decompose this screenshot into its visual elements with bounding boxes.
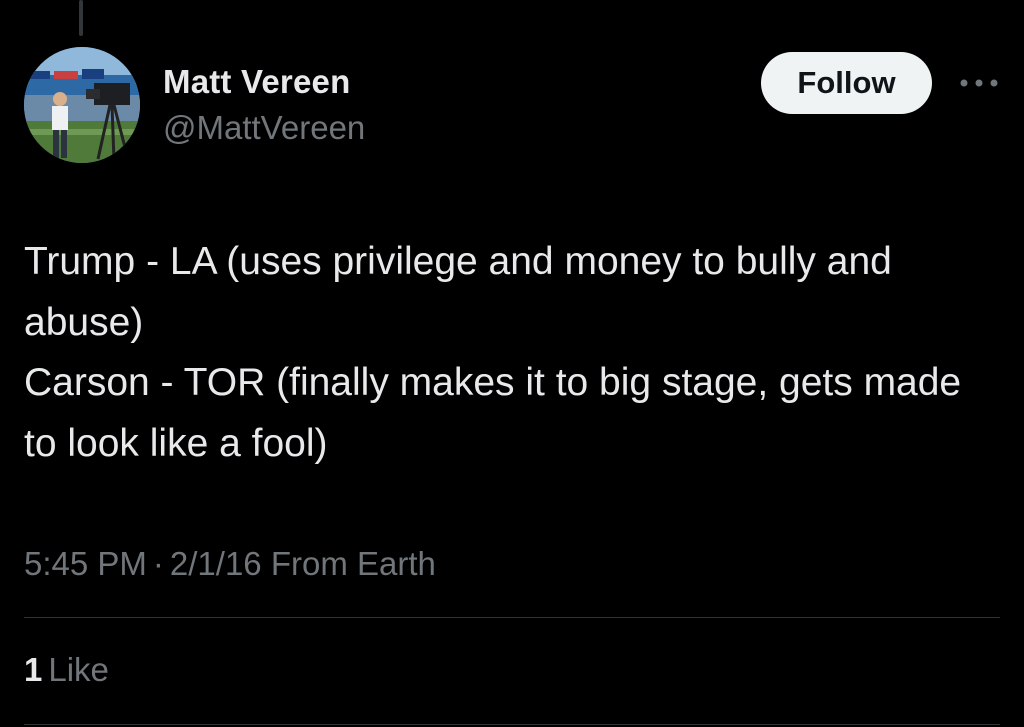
follow-button[interactable]: Follow: [761, 52, 932, 114]
more-horizontal-icon: [960, 79, 998, 87]
avatar-photo-icon: [24, 47, 140, 163]
more-options-button[interactable]: [955, 70, 1003, 96]
tweet-source: From Earth: [270, 545, 436, 582]
tweet-text-line: Trump - LA (uses privilege and money to …: [24, 240, 892, 344]
like-stat[interactable]: 1 Like: [24, 648, 109, 692]
thread-connector-line: [79, 0, 83, 36]
author-handle[interactable]: @MattVereen: [163, 104, 365, 152]
like-label: Like: [48, 651, 109, 688]
tweet-metadata: 5:45 PM · 2/1/16 From Earth: [24, 543, 436, 585]
like-count: 1: [24, 651, 43, 688]
tweet-time[interactable]: 5:45 PM: [24, 545, 147, 582]
tweet-date[interactable]: 2/1/16: [170, 545, 262, 582]
divider: [24, 724, 1000, 725]
author-display-name[interactable]: Matt Vereen: [163, 60, 365, 104]
tweet-author[interactable]: Matt Vereen @MattVereen: [163, 60, 365, 152]
tweet-text: Trump - LA (uses privilege and money to …: [24, 232, 999, 474]
tweet-text-line: Carson - TOR (finally makes it to big st…: [24, 361, 962, 465]
metadata-separator: ·: [152, 545, 164, 582]
divider: [24, 617, 1000, 618]
avatar[interactable]: [24, 47, 140, 163]
